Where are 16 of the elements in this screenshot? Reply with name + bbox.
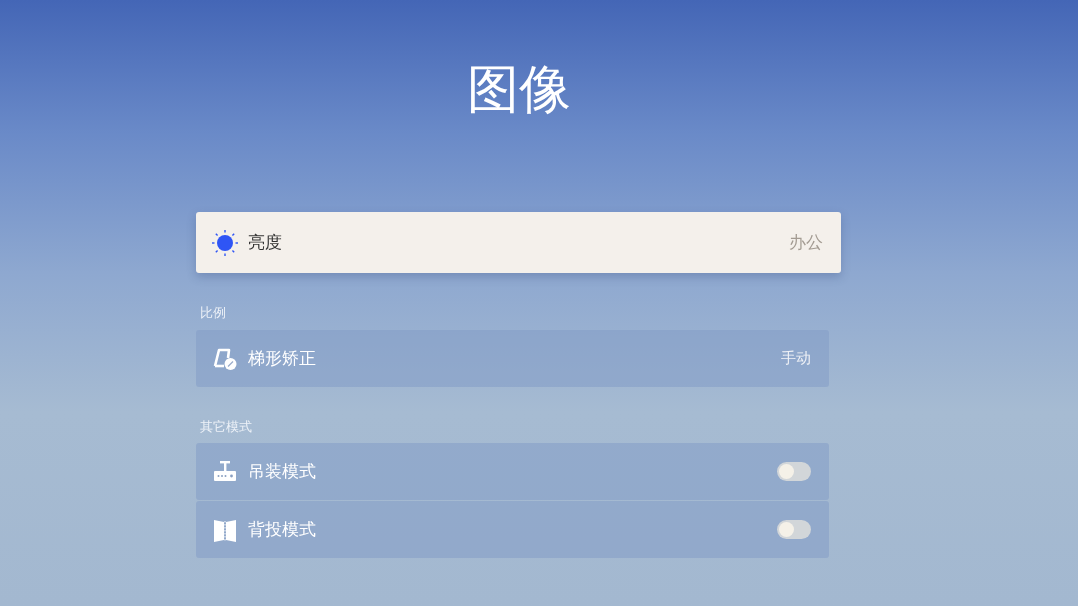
setting-label: 梯形矫正 [248, 346, 316, 370]
settings-row[interactable]: 背投模式 [196, 501, 829, 559]
toggle-switch[interactable] [777, 520, 811, 540]
setting-label: 亮度 [248, 231, 282, 255]
section-heading: 其它模式 [200, 417, 252, 436]
settings-row[interactable]: 梯形矫正 手动 [196, 329, 829, 387]
setting-value: 办公 [789, 231, 823, 255]
setting-label: 吊装模式 [248, 460, 316, 484]
sun-icon [212, 229, 238, 256]
setting-value: 手动 [781, 348, 811, 370]
settings-row[interactable]: 亮度 办公 [196, 212, 841, 274]
setting-label: 背投模式 [248, 518, 316, 542]
page-title: 图像 [466, 58, 571, 121]
toggle-switch[interactable] [777, 462, 811, 482]
section-heading: 比例 [200, 304, 226, 323]
settings-row[interactable]: 吊装模式 [196, 443, 829, 501]
